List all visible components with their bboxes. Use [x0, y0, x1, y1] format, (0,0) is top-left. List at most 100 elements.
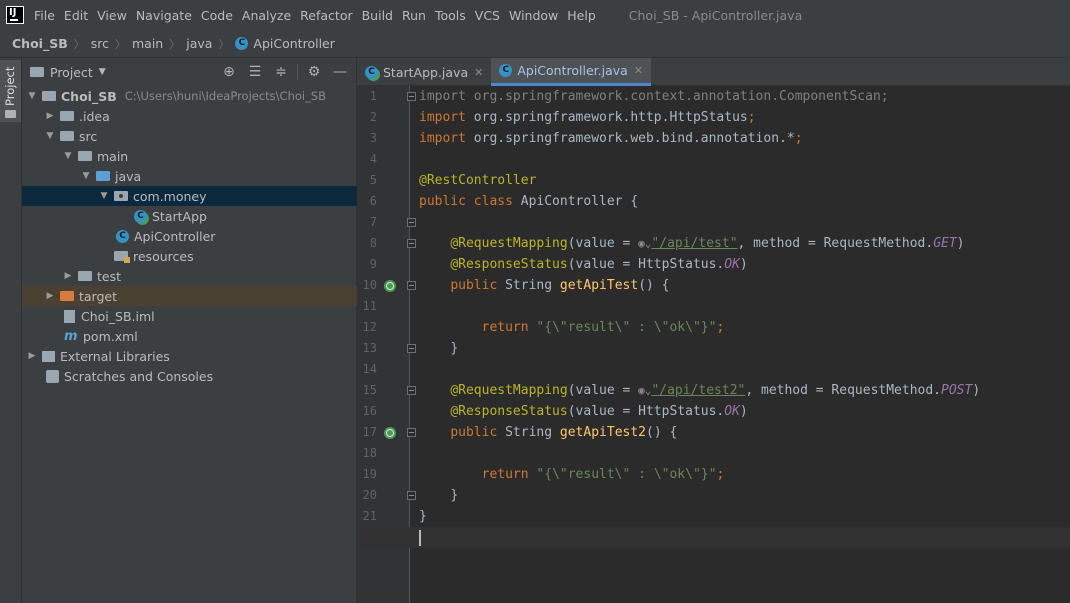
tree-item-idea[interactable]: ▶ .idea: [22, 106, 357, 126]
run-icon[interactable]: [384, 427, 396, 439]
tree-item-apicontroller[interactable]: C ApiController: [22, 226, 357, 246]
menu-edit[interactable]: Edit: [64, 8, 88, 23]
tree-item-label: External Libraries: [60, 348, 170, 364]
tree-item-src[interactable]: ▼ src: [22, 126, 357, 146]
code-line: import org.springframework.context.annot…: [419, 89, 889, 104]
menu-help[interactable]: Help: [567, 8, 596, 23]
tree-item-scratches[interactable]: Scratches and Consoles: [22, 366, 357, 386]
code-line: }: [419, 509, 427, 524]
collapse-all-icon[interactable]: ≑: [271, 62, 291, 82]
tree-item-pom[interactable]: m pom.xml: [22, 326, 357, 346]
chevron-right-icon: 〉: [169, 37, 181, 51]
runnable-class-icon: C: [365, 65, 378, 79]
chevron-right-icon[interactable]: ▶: [26, 351, 38, 361]
gutter-line: 9: [369, 257, 377, 271]
breadcrumb-src[interactable]: src: [91, 36, 109, 51]
tree-item-target[interactable]: ▶ target: [22, 286, 357, 306]
toolbar-divider: [297, 64, 298, 80]
tree-item-label: Choi_SB: [61, 88, 117, 104]
menu-window[interactable]: Window: [509, 8, 558, 23]
breadcrumb-class[interactable]: ApiController: [253, 36, 334, 51]
tree-item-com-money[interactable]: ▼ com.money: [22, 186, 357, 206]
gear-icon[interactable]: ⚙: [304, 62, 324, 82]
tree-item-project-root[interactable]: ▼ Choi_SB C:\Users\huni\IdeaProjects\Cho…: [22, 86, 357, 106]
locate-file-icon[interactable]: ⊕: [219, 62, 239, 82]
code-line: return "{\"result\" : \"ok\"}";: [481, 467, 725, 482]
fold-icon[interactable]: [407, 344, 416, 353]
caret-down-icon[interactable]: ▼: [99, 67, 106, 77]
chevron-down-icon[interactable]: ▼: [62, 151, 74, 161]
menu-refactor[interactable]: Refactor: [300, 8, 352, 23]
code-line: import org.springframework.http.HttpStat…: [419, 110, 756, 125]
chevron-right-icon: 〉: [114, 37, 126, 51]
tab-startapp[interactable]: C StartApp.java ✕: [357, 58, 491, 86]
tree-item-resources[interactable]: ▶ resources: [22, 246, 357, 266]
expand-all-icon[interactable]: ☰: [245, 62, 265, 82]
globe-icon[interactable]: ◉⌄: [638, 384, 651, 397]
code-line: public String getApiTest2() {: [450, 425, 678, 440]
close-icon[interactable]: ✕: [474, 66, 483, 79]
close-icon[interactable]: ✕: [634, 64, 643, 77]
breadcrumb-java[interactable]: java: [186, 36, 212, 51]
gutter-line: 15: [362, 383, 377, 397]
tab-apicontroller[interactable]: C ApiController.java ✕: [491, 58, 652, 86]
code-line: public String getApiTest() {: [450, 278, 670, 293]
menu-build[interactable]: Build: [362, 8, 393, 23]
gutter-line: 1: [369, 89, 377, 103]
breadcrumb-project[interactable]: Choi_SB: [12, 36, 68, 51]
hide-panel-icon[interactable]: —: [330, 62, 350, 82]
menu-code[interactable]: Code: [201, 8, 233, 23]
gutter-line: 17: [357, 422, 410, 443]
menu-run[interactable]: Run: [402, 8, 426, 23]
fold-icon[interactable]: [407, 239, 416, 248]
breadcrumb-main[interactable]: main: [132, 36, 163, 51]
source-folder-icon: [96, 171, 110, 181]
tree-item-startapp[interactable]: C StartApp: [22, 206, 357, 226]
tree-item-external-libraries[interactable]: ▶ External Libraries: [22, 346, 357, 366]
fold-icon[interactable]: [407, 218, 416, 227]
menu-vcs[interactable]: VCS: [475, 8, 500, 23]
chevron-right-icon[interactable]: ▶: [44, 111, 56, 121]
run-icon[interactable]: [384, 280, 396, 292]
tree-item-main[interactable]: ▼ main: [22, 146, 357, 166]
project-panel-toolbar: ⊕ ☰ ≑ ⚙ —: [213, 62, 350, 82]
fold-icon[interactable]: [407, 491, 416, 500]
globe-icon[interactable]: ◉⌄: [638, 237, 651, 250]
code-line: @ResponseStatus(value = HttpStatus.OK): [450, 404, 748, 419]
fold-icon[interactable]: [407, 281, 416, 290]
excluded-folder-icon: [60, 291, 74, 301]
chevron-down-icon[interactable]: ▼: [44, 131, 56, 141]
class-icon: C: [235, 37, 249, 50]
code-area[interactable]: import org.springframework.context.annot…: [357, 86, 1070, 548]
menu-file[interactable]: File: [34, 8, 55, 23]
menu-view[interactable]: View: [97, 8, 127, 23]
folder-icon: [5, 110, 16, 118]
text-caret: [419, 529, 421, 546]
chevron-down-icon[interactable]: ▼: [26, 91, 38, 101]
tree-item-label: pom.xml: [83, 328, 138, 344]
gutter-line: 21: [362, 509, 377, 523]
fold-icon[interactable]: [407, 92, 416, 101]
tree-item-iml[interactable]: Choi_SB.iml: [22, 306, 357, 326]
folder-icon: [30, 67, 44, 77]
menu-bar: IJ File Edit View Navigate Code Analyze …: [0, 0, 1070, 30]
menu-tools[interactable]: Tools: [435, 8, 466, 23]
menu-navigate[interactable]: Navigate: [136, 8, 192, 23]
maven-icon: m: [64, 328, 78, 344]
code-line: }: [450, 341, 459, 356]
project-panel-title[interactable]: Project: [50, 65, 93, 80]
chevron-down-icon[interactable]: ▼: [98, 191, 110, 201]
chevron-down-icon[interactable]: ▼: [80, 171, 92, 181]
project-tool-tab[interactable]: Project: [0, 60, 21, 122]
chevron-right-icon[interactable]: ▶: [62, 271, 74, 281]
code-editor[interactable]: 1 2 3 4 5 6 7 8 9 10 11 12 13 14 15 16 1…: [357, 86, 1070, 603]
tree-item-test[interactable]: ▶ test: [22, 266, 357, 286]
menu-analyze[interactable]: Analyze: [242, 8, 291, 23]
project-tree: ▼ Choi_SB C:\Users\huni\IdeaProjects\Cho…: [22, 86, 357, 386]
fold-icon[interactable]: [407, 428, 416, 437]
fold-icon[interactable]: [407, 386, 416, 395]
chevron-right-icon[interactable]: ▶: [44, 291, 56, 301]
window-title: Choi_SB - ApiController.java: [628, 7, 803, 23]
tree-item-java[interactable]: ▼ java: [22, 166, 357, 186]
